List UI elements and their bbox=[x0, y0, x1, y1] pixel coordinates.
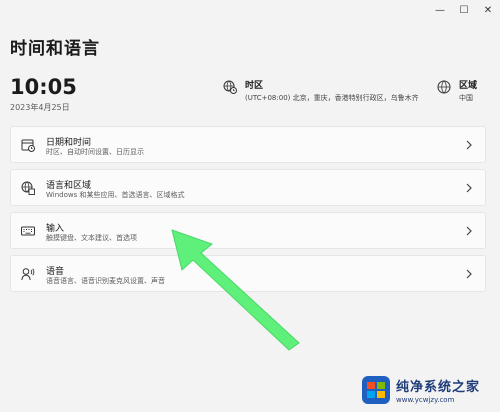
speech-icon bbox=[21, 268, 35, 281]
language-globe-icon bbox=[21, 181, 35, 195]
card-input[interactable]: 输入 触摸键盘、文本建议、首选项 bbox=[10, 212, 486, 249]
timezone-info: 时区 (UTC+08:00) 北京，重庆，香港特别行政区，乌鲁木齐 bbox=[223, 78, 419, 103]
region-value: 中国 bbox=[459, 94, 473, 102]
card-subtitle: 触摸键盘、文本建议、首选项 bbox=[46, 234, 137, 242]
page-title: 时间和语言 bbox=[10, 39, 100, 59]
timezone-globe-clock-icon bbox=[223, 80, 237, 94]
card-subtitle: Windows 和某些应用、首选语言、区域格式 bbox=[46, 191, 185, 199]
chevron-right-icon bbox=[466, 269, 472, 279]
keyboard-icon bbox=[21, 226, 35, 236]
calendar-clock-icon bbox=[21, 139, 35, 152]
maximize-button[interactable]: ☐ bbox=[452, 0, 476, 20]
window-controls: — ☐ ✕ bbox=[428, 0, 500, 20]
timezone-value: (UTC+08:00) 北京，重庆，香港特别行政区，乌鲁木齐 bbox=[245, 94, 419, 102]
watermark: 纯净系统之家 www.ycwjzy.com bbox=[362, 373, 496, 407]
current-date: 2023年4月25日 bbox=[10, 103, 70, 112]
card-subtitle: 语音语言、语音识别麦克风设置、声音 bbox=[46, 277, 165, 285]
region-info: 区域 中国 bbox=[437, 78, 477, 103]
minimize-button[interactable]: — bbox=[428, 0, 452, 20]
region-label: 区域 bbox=[459, 81, 478, 91]
card-speech[interactable]: 语音 语音语言、语音识别麦克风设置、声音 bbox=[10, 255, 486, 292]
current-time: 10:05 bbox=[10, 75, 77, 99]
windows-logo-icon bbox=[362, 376, 390, 404]
card-language-region[interactable]: 语言和区域 Windows 和某些应用、首选语言、区域格式 bbox=[10, 169, 486, 206]
annotation-arrow bbox=[171, 229, 300, 351]
watermark-url: www.ycwjzy.com bbox=[396, 396, 455, 404]
card-date-time[interactable]: 日期和时间 时区、自动时间设置、日历显示 bbox=[10, 126, 486, 163]
chevron-right-icon bbox=[466, 183, 472, 193]
card-subtitle: 时区、自动时间设置、日历显示 bbox=[46, 148, 144, 156]
chevron-right-icon bbox=[466, 140, 472, 150]
watermark-title: 纯净系统之家 bbox=[396, 380, 481, 395]
timezone-label: 时区 bbox=[245, 81, 264, 91]
close-button[interactable]: ✕ bbox=[476, 0, 500, 20]
globe-icon bbox=[437, 80, 451, 94]
chevron-right-icon bbox=[466, 226, 472, 236]
